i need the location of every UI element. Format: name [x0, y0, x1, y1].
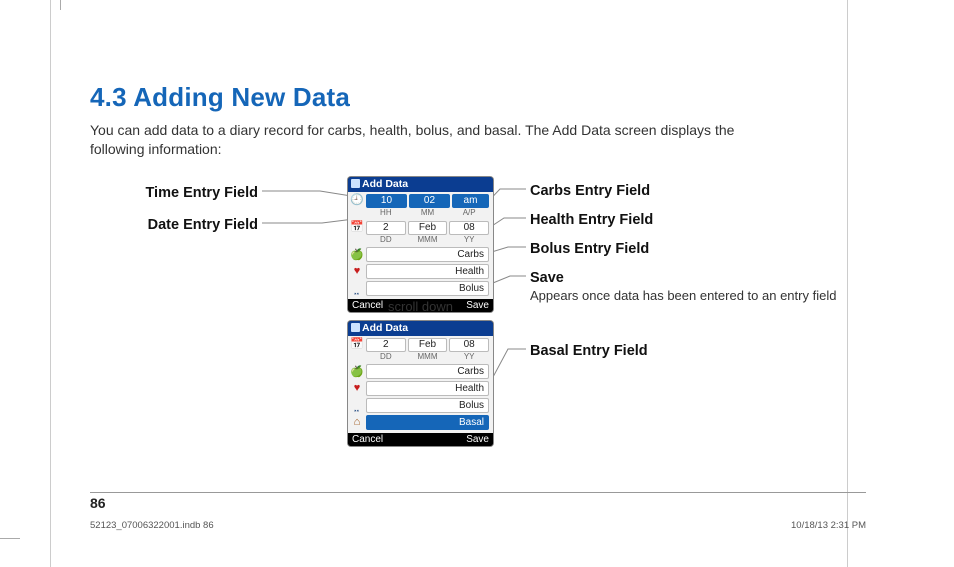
- heart-icon: ♥: [348, 382, 366, 394]
- footer-rule: [90, 492, 866, 493]
- section-heading: 4.3 Adding New Data: [90, 82, 866, 113]
- device-title: Add Data: [348, 177, 493, 192]
- health-field[interactable]: Health: [366, 264, 489, 279]
- apple-icon: 🍏: [348, 365, 366, 378]
- calendar-icon: 📅: [348, 219, 366, 235]
- scroll-down-label: scroll down: [348, 299, 493, 314]
- device-screenshot-2: Add Data 📅 2 Feb 08 DD MMM YY 🍏: [348, 321, 493, 446]
- basal-icon: ⌂: [348, 416, 366, 428]
- carbs-field[interactable]: Carbs: [366, 364, 489, 379]
- bolus-icon: ⸼⸼: [348, 281, 366, 296]
- time-ap-field[interactable]: am: [452, 194, 489, 208]
- health-field[interactable]: Health: [366, 381, 489, 396]
- title-icon: [351, 323, 360, 332]
- print-file: 52123_07006322001.indb 86: [90, 520, 214, 531]
- bolus-field[interactable]: Bolus: [366, 398, 489, 413]
- basal-field[interactable]: Basal: [366, 415, 489, 430]
- page-number: 86: [90, 495, 106, 511]
- annotated-diagram: Time Entry Field Date Entry Field Carbs …: [90, 177, 866, 507]
- date-yy-field[interactable]: 08: [449, 338, 489, 352]
- date-dd-field[interactable]: 2: [366, 221, 406, 235]
- print-mark: 52123_07006322001.indb 86 10/18/13 2:31 …: [90, 520, 866, 531]
- time-hh-field[interactable]: 10: [366, 194, 407, 208]
- apple-icon: 🍏: [348, 248, 366, 261]
- save-softkey[interactable]: Save: [466, 434, 489, 445]
- bolus-icon: ⸼⸼: [348, 398, 366, 413]
- intro-paragraph: You can add data to a diary record for c…: [90, 121, 750, 159]
- time-mm-field[interactable]: 02: [409, 194, 450, 208]
- device-title: Add Data: [348, 321, 493, 336]
- print-stamp: 10/18/13 2:31 PM: [791, 520, 866, 531]
- carbs-field[interactable]: Carbs: [366, 247, 489, 262]
- clock-icon: 🕘: [348, 192, 366, 208]
- date-dd-field[interactable]: 2: [366, 338, 406, 352]
- device-screenshot-1: Add Data 🕘 10 02 am HH MM A/P 📅: [348, 177, 493, 312]
- cancel-softkey[interactable]: Cancel: [352, 434, 383, 445]
- date-mmm-field[interactable]: Feb: [408, 338, 448, 352]
- bolus-field[interactable]: Bolus: [366, 281, 489, 296]
- title-icon: [351, 179, 360, 188]
- date-yy-field[interactable]: 08: [449, 221, 489, 235]
- calendar-icon: 📅: [348, 336, 366, 352]
- date-mmm-field[interactable]: Feb: [408, 221, 448, 235]
- heart-icon: ♥: [348, 265, 366, 277]
